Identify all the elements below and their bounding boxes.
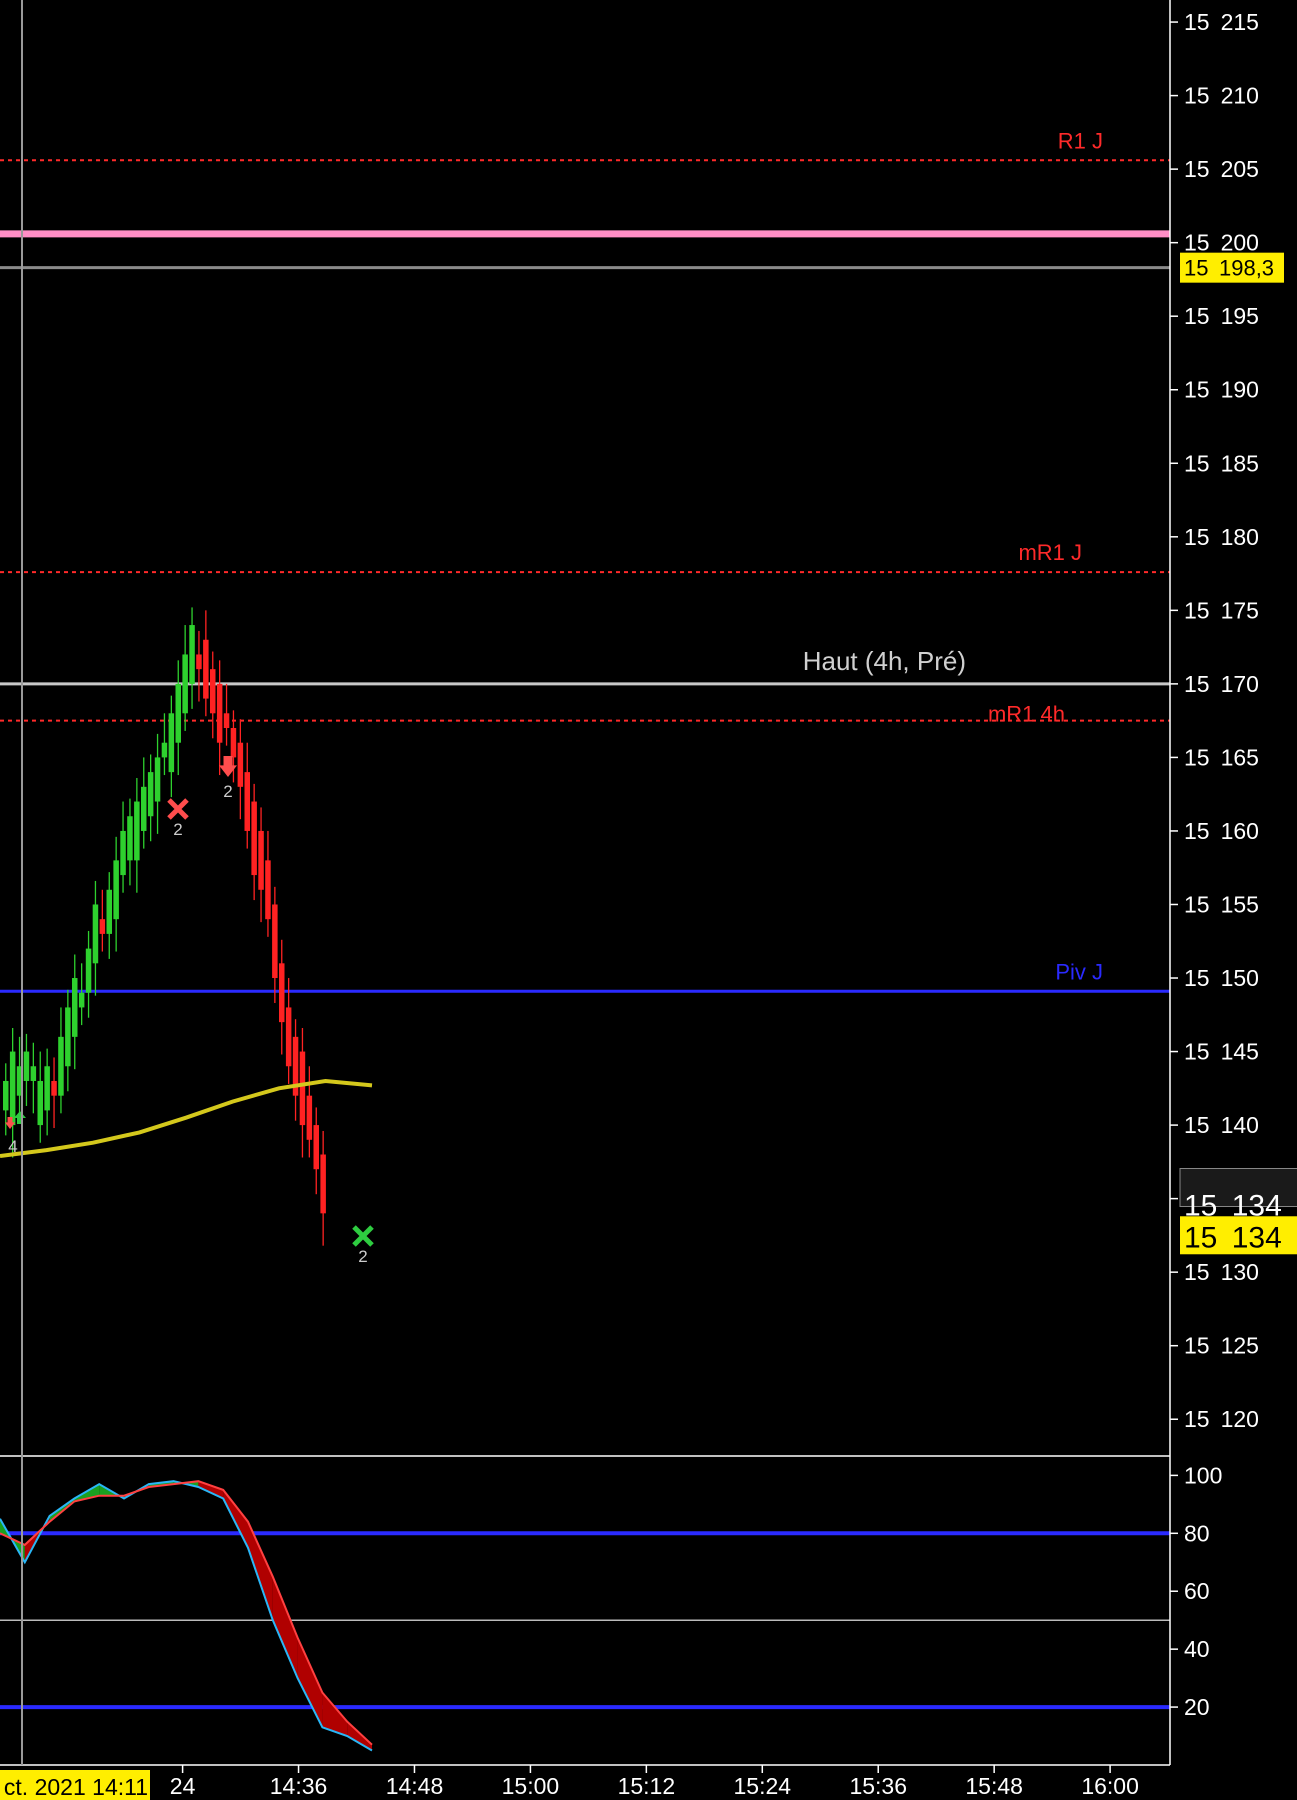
candle-body[interactable] bbox=[244, 772, 251, 831]
oscillator-tick-label: 20 bbox=[1184, 1694, 1210, 1720]
price-tick-label: 15 170 bbox=[1184, 671, 1259, 697]
level-label: mR1 4h bbox=[988, 702, 1065, 727]
price-tick-label: 15 210 bbox=[1184, 83, 1259, 109]
price-tick-label: 15 215 bbox=[1184, 9, 1259, 35]
candle-body[interactable] bbox=[258, 830, 264, 890]
price-tick-label: 15 125 bbox=[1184, 1333, 1259, 1359]
time-tick-label: 14:48 bbox=[386, 1773, 444, 1799]
candle-body[interactable] bbox=[168, 713, 175, 773]
chart-background bbox=[0, 0, 1297, 1800]
candle-body[interactable] bbox=[279, 963, 285, 1023]
price-tick-label: 15 140 bbox=[1184, 1112, 1259, 1138]
price-tick-label: 15 205 bbox=[1184, 156, 1259, 182]
price-tick-label: 15 165 bbox=[1184, 744, 1259, 770]
level-label: R1 J bbox=[1058, 128, 1103, 153]
candle-body[interactable] bbox=[175, 683, 182, 743]
candle-body[interactable] bbox=[251, 801, 257, 876]
candle-body[interactable] bbox=[223, 713, 230, 728]
time-tick-label: 14:36 bbox=[270, 1773, 328, 1799]
candle-body[interactable] bbox=[30, 1066, 37, 1081]
candle-body[interactable] bbox=[230, 728, 237, 758]
candle-body[interactable] bbox=[313, 1125, 320, 1170]
candle-body[interactable] bbox=[306, 1095, 313, 1140]
candle-body[interactable] bbox=[154, 757, 161, 802]
candle-body[interactable] bbox=[44, 1066, 50, 1111]
candle-body[interactable] bbox=[3, 1080, 9, 1111]
price-tick-label: 15 120 bbox=[1184, 1406, 1259, 1432]
signal-count-label: 2 bbox=[358, 1247, 367, 1266]
price-tick-label: 15 195 bbox=[1184, 303, 1259, 329]
candle-body[interactable] bbox=[85, 948, 92, 993]
candle-body[interactable] bbox=[78, 992, 85, 1008]
candle-body[interactable] bbox=[9, 1051, 16, 1126]
signal-count-label: 4 bbox=[8, 1137, 17, 1156]
oscillator-tick-label: 40 bbox=[1184, 1636, 1210, 1662]
candle-body[interactable] bbox=[127, 816, 133, 861]
candle-body[interactable] bbox=[51, 1080, 57, 1096]
time-tick-label: 15:12 bbox=[618, 1773, 676, 1799]
oscillator-tick-label: 80 bbox=[1184, 1520, 1210, 1546]
date-flag-label: ct. 2021 14:11 bbox=[4, 1774, 148, 1800]
price-tick-label: 15 200 bbox=[1184, 230, 1259, 256]
oscillator-tick-label: 100 bbox=[1184, 1462, 1222, 1488]
candle-body[interactable] bbox=[285, 1007, 292, 1067]
candle-body[interactable] bbox=[113, 860, 119, 920]
candle-body[interactable] bbox=[23, 1051, 30, 1081]
time-tick-label: 15:24 bbox=[734, 1773, 792, 1799]
candle-body[interactable] bbox=[120, 830, 126, 876]
candle-body[interactable] bbox=[216, 683, 223, 743]
candle-body[interactable] bbox=[320, 1154, 326, 1214]
candle-body[interactable] bbox=[196, 654, 202, 670]
candle-body[interactable] bbox=[182, 654, 188, 714]
candle-body[interactable] bbox=[106, 889, 113, 934]
candle-body[interactable] bbox=[161, 742, 168, 758]
price-tick-label: 15 160 bbox=[1184, 818, 1259, 844]
candle-body[interactable] bbox=[189, 625, 195, 684]
price-flag-label: 15 134 bbox=[1184, 1221, 1282, 1254]
candle-body[interactable] bbox=[237, 742, 244, 787]
time-tick-label: 15:00 bbox=[502, 1773, 560, 1799]
candle-body[interactable] bbox=[203, 639, 209, 699]
time-tick-label: 15:48 bbox=[965, 1773, 1023, 1799]
signal-count-label: 2 bbox=[223, 782, 232, 801]
candle-body[interactable] bbox=[58, 1036, 64, 1096]
candle-body[interactable] bbox=[72, 978, 78, 1037]
price-tick-label: 15 145 bbox=[1184, 1039, 1259, 1065]
candle-body[interactable] bbox=[65, 1007, 71, 1067]
price-tick-label: 15 150 bbox=[1184, 965, 1259, 991]
level-label: Haut (4h, Pré) bbox=[803, 646, 966, 676]
candle-body[interactable] bbox=[134, 801, 140, 861]
price-tick-label: 15 175 bbox=[1184, 597, 1259, 623]
time-tick-label: 15:36 bbox=[849, 1773, 907, 1799]
candle-body[interactable] bbox=[299, 1051, 306, 1126]
price-tick-label: 15 185 bbox=[1184, 450, 1259, 476]
time-tick-label: 24 bbox=[170, 1773, 196, 1799]
candle-body[interactable] bbox=[92, 904, 99, 964]
candle-body[interactable] bbox=[272, 904, 278, 979]
price-tick-label: 15 130 bbox=[1184, 1259, 1259, 1285]
trading-chart[interactable]: R1 J mR1 J Haut (4h, Pré) mR1 4h Piv J 4 2 2 2 1… bbox=[0, 0, 1297, 1800]
oscillator-tick-label: 60 bbox=[1184, 1578, 1210, 1604]
level-label: mR1 J bbox=[1018, 540, 1082, 565]
price-flag-label: 15 198,3 bbox=[1184, 256, 1274, 281]
candle-body[interactable] bbox=[265, 860, 271, 920]
price-tick-label: 15 155 bbox=[1184, 891, 1259, 917]
candle-body[interactable] bbox=[99, 919, 106, 934]
signal-count-label: 2 bbox=[173, 820, 182, 839]
candle-body[interactable] bbox=[37, 1080, 44, 1126]
price-tick-label: 15 180 bbox=[1184, 524, 1259, 550]
candle-body[interactable] bbox=[210, 669, 216, 714]
price-tick-label: 15 190 bbox=[1184, 377, 1259, 403]
level-label: Piv J bbox=[1055, 959, 1103, 984]
candle-body[interactable] bbox=[147, 772, 154, 817]
candle-body[interactable] bbox=[141, 786, 147, 831]
time-tick-label: 16:00 bbox=[1081, 1773, 1139, 1799]
